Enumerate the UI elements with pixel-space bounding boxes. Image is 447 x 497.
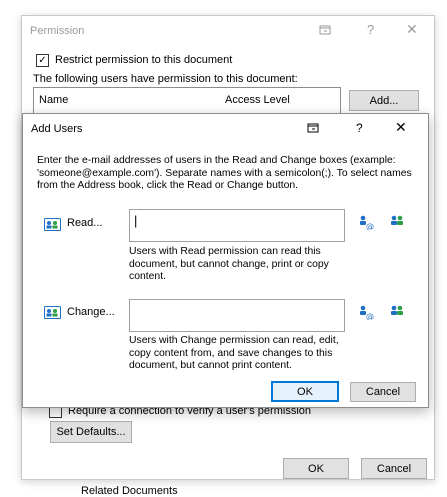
check-names-icon[interactable]: @	[358, 304, 374, 323]
add-users-help-icon[interactable]: ?	[356, 121, 363, 135]
change-button[interactable]: Change...	[67, 306, 115, 318]
permission-ok-button[interactable]: OK	[283, 458, 349, 479]
column-header-name[interactable]: Name	[39, 94, 68, 106]
set-defaults-button[interactable]: Set Defaults...	[50, 421, 132, 443]
change-help-text: Users with Change permission can read, e…	[129, 335, 339, 371]
permission-dialog-title: Permission	[30, 25, 85, 37]
restrict-permission-label: Restrict permission to this document	[55, 54, 233, 66]
help-icon[interactable]: ?	[367, 22, 374, 37]
read-users-input[interactable]: |	[129, 209, 345, 242]
related-documents-label: Related Documents	[81, 485, 178, 497]
restore-window-icon[interactable]	[318, 22, 332, 39]
add-users-restore-icon[interactable]	[306, 120, 320, 137]
read-help-text: Users with Read permission can read this…	[129, 246, 329, 282]
add-button[interactable]: Add...	[349, 90, 419, 111]
users-list-label: The following users have permission to t…	[33, 73, 298, 85]
address-book-people-icon[interactable]	[389, 214, 405, 231]
add-users-dialog: Add Users ? ✕ Enter the e-mail addresses…	[22, 113, 429, 408]
address-book-people-icon[interactable]	[389, 304, 405, 321]
address-book-icon[interactable]	[44, 306, 61, 319]
read-button[interactable]: Read...	[67, 217, 102, 229]
add-users-cancel-button[interactable]: Cancel	[350, 382, 416, 402]
column-header-access-level[interactable]: Access Level	[225, 94, 290, 106]
text-cursor: |	[134, 213, 138, 228]
close-icon[interactable]: ✕	[406, 21, 418, 38]
add-users-instructions: Enter the e-mail addresses of users in t…	[37, 155, 412, 191]
svg-text:@: @	[366, 312, 374, 320]
svg-text:@: @	[366, 222, 374, 230]
change-users-input[interactable]	[129, 299, 345, 332]
add-users-ok-button[interactable]: OK	[271, 381, 339, 402]
restrict-permission-checkbox[interactable]: ✓	[36, 54, 49, 67]
permission-cancel-button[interactable]: Cancel	[361, 458, 427, 479]
add-users-close-icon[interactable]: ✕	[395, 119, 407, 136]
address-book-icon[interactable]	[44, 218, 61, 231]
check-names-icon[interactable]: @	[358, 214, 374, 233]
add-users-dialog-title: Add Users	[31, 123, 83, 135]
